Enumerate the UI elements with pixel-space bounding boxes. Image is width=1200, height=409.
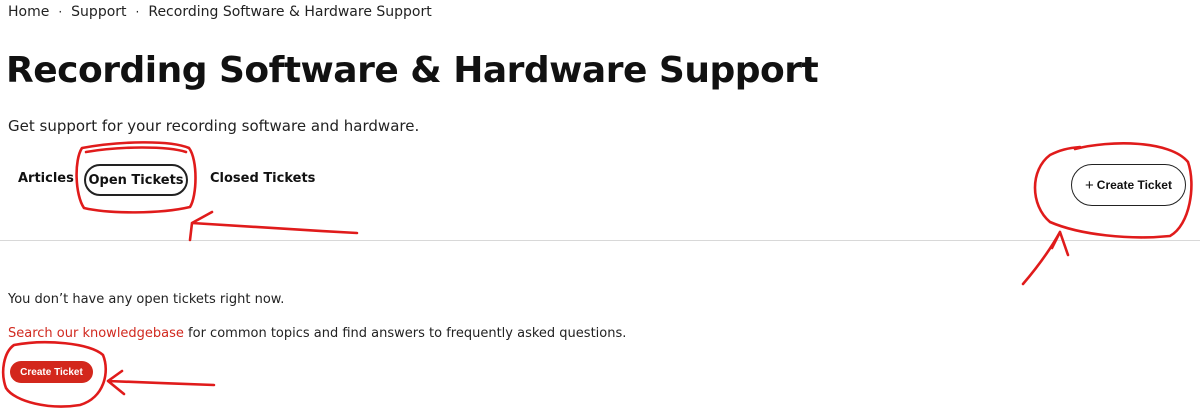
breadcrumb-home-link[interactable]: Home: [8, 4, 49, 20]
knowledgebase-line: Search our knowledgebase for common topi…: [8, 326, 626, 341]
tab-articles[interactable]: Articles: [18, 171, 74, 186]
knowledgebase-description: for common topics and find answers to fr…: [183, 326, 627, 341]
page-title: Recording Software & Hardware Support: [6, 50, 819, 91]
annotation-arrow-create-bottom: [106, 369, 216, 396]
section-divider: [0, 240, 1200, 241]
breadcrumb: Home · Support · Recording Software & Ha…: [8, 4, 432, 20]
knowledgebase-link[interactable]: Search our knowledgebase: [8, 326, 184, 341]
breadcrumb-current: Recording Software & Hardware Support: [148, 4, 432, 20]
annotation-arrow-open-tickets: [188, 210, 359, 242]
page-subtitle: Get support for your recording software …: [8, 117, 420, 135]
tab-closed-tickets[interactable]: Closed Tickets: [210, 171, 315, 186]
create-ticket-button-bottom[interactable]: Create Ticket: [10, 361, 93, 383]
tab-open-tickets[interactable]: Open Tickets: [84, 164, 188, 196]
create-ticket-label: Create Ticket: [1096, 178, 1172, 192]
breadcrumb-separator: ·: [58, 5, 63, 19]
breadcrumb-separator: ·: [135, 5, 140, 19]
plus-icon: +: [1085, 176, 1094, 194]
create-ticket-button-top[interactable]: + Create Ticket: [1071, 164, 1186, 206]
support-page: Home · Support · Recording Software & Ha…: [0, 0, 1200, 409]
empty-state-message: You don’t have any open tickets right no…: [8, 292, 285, 307]
breadcrumb-support-link[interactable]: Support: [71, 4, 126, 20]
